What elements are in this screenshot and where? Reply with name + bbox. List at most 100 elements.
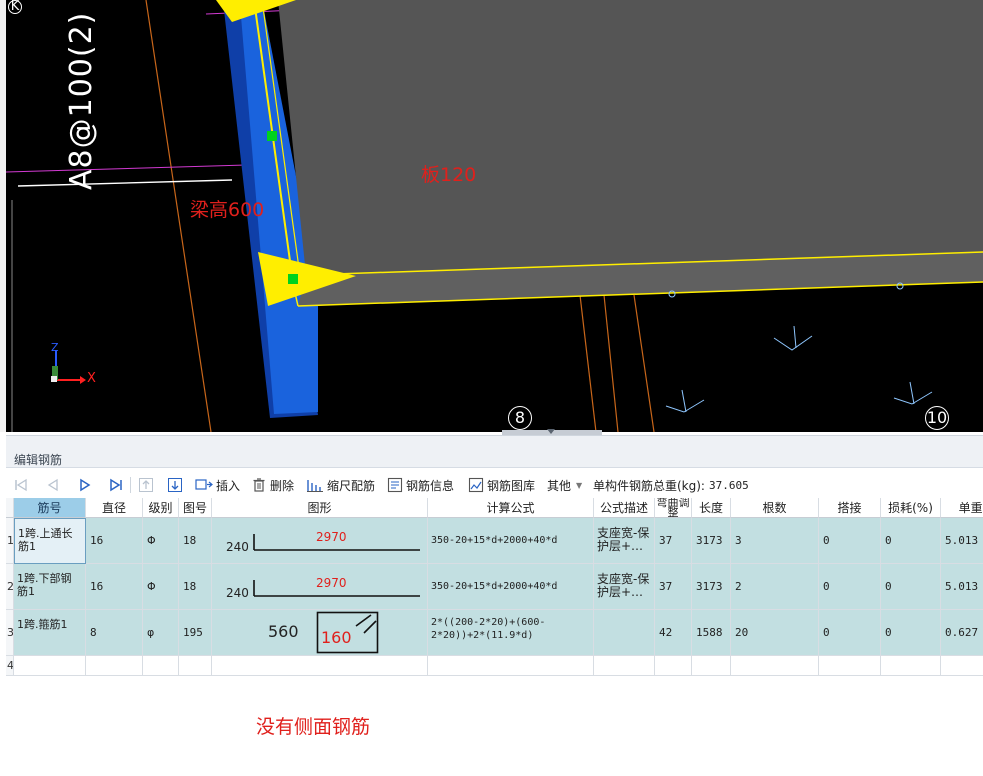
col-formula-header[interactable]: 计算公式 [428, 498, 594, 518]
scale-rebar-button[interactable]: 缩尺配筋 [306, 475, 375, 495]
empty-cell[interactable] [819, 656, 881, 676]
rebar-info-button[interactable]: 钢筋信息 [387, 475, 454, 495]
rebar-shape-cell[interactable]: 240 2970 [212, 518, 428, 564]
dropdown-arrow-icon: ▼ [576, 480, 583, 490]
cell-grade[interactable]: Φ [143, 518, 179, 564]
cell-bend-adj[interactable]: 37 [655, 518, 692, 564]
col-loss-header[interactable]: 损耗(%) [881, 498, 941, 518]
col-grade-header[interactable]: 级别 [143, 498, 179, 518]
cell-grade[interactable]: Φ [143, 564, 179, 610]
3d-viewport[interactable]: A8@100(2) 3C K 板120 梁高600 Z X 8 10 [6, 0, 983, 432]
cell-name[interactable]: 1跨.下部钢筋1 [14, 564, 86, 610]
cell-shape-no[interactable]: 195 [179, 610, 212, 656]
cell-formula[interactable]: 2*((200-2*20)+(600-2*20))+2*(11.9*d) [428, 610, 594, 656]
panel-title: 编辑钢筋 [14, 453, 63, 467]
col-shape-no-header[interactable]: 图号 [179, 498, 212, 518]
col-formula-desc-header[interactable]: 公式描述 [594, 498, 655, 518]
axis-z-label: Z [51, 341, 59, 354]
last-record-button[interactable] [109, 475, 123, 495]
cell-loss[interactable]: 0 [881, 518, 941, 564]
col-length-header[interactable]: 长度 [692, 498, 731, 518]
cell-loss[interactable]: 0 [881, 610, 941, 656]
cell-grade[interactable]: φ [143, 610, 179, 656]
col-count-header[interactable]: 根数 [731, 498, 819, 518]
cell-desc[interactable]: 支座宽-保护层+… [594, 518, 655, 564]
rebar-library-button[interactable]: 钢筋图库 [468, 475, 535, 495]
cell-unit-weight[interactable]: 5.013 [941, 564, 983, 610]
table-row[interactable]: 2 1跨.下部钢筋1 16 Φ 18 240 2970 350-20+15*d+2000+40… [6, 564, 983, 610]
empty-cell[interactable] [179, 656, 212, 676]
empty-cell[interactable] [941, 656, 983, 676]
next-record-button[interactable] [78, 475, 92, 495]
insert-button[interactable]: 插入 [195, 475, 240, 495]
col-diameter-header[interactable]: 直径(mm) [86, 498, 143, 518]
scale-rebar-icon [307, 480, 323, 492]
table-row-empty[interactable]: 4 [6, 656, 983, 676]
viewport-scene [6, 0, 983, 432]
bar-dim-length: 2970 [316, 530, 347, 544]
cell-desc[interactable]: 支座宽-保护层+… [594, 564, 655, 610]
first-icon [15, 478, 27, 492]
cell-shape-no[interactable]: 18 [179, 518, 212, 564]
cell-name[interactable]: 1跨.箍筋1 [14, 610, 86, 656]
cell-unit-weight[interactable]: 5.013 [941, 518, 983, 564]
empty-cell[interactable] [86, 656, 143, 676]
col-lap-header[interactable]: 搭接 [819, 498, 881, 518]
table-header: 筋号直径(mm)级别图号图形计算公式公式描述弯曲调整长度根数搭接损耗(%)单重( [6, 498, 983, 518]
cell-name[interactable]: 1跨.上通长筋1 [14, 518, 86, 564]
empty-cell[interactable] [143, 656, 179, 676]
cell-desc[interactable] [594, 610, 655, 656]
cell-length[interactable]: 3173 [692, 518, 731, 564]
cell-diameter[interactable]: 16 [86, 518, 143, 564]
move-up-button[interactable] [138, 475, 154, 495]
total-weight-display: 单构件钢筋总重(kg): 37.605 [593, 475, 749, 495]
rebar-shape-cell[interactable]: 560 160 [212, 610, 428, 656]
cell-formula[interactable]: 350-20+15*d+2000+40*d [428, 564, 594, 610]
empty-cell[interactable] [692, 656, 731, 676]
cell-lap[interactable]: 0 [819, 564, 881, 610]
cell-diameter[interactable]: 16 [86, 564, 143, 610]
note-no-side-rebar: 没有侧面钢筋 [256, 716, 371, 738]
col-shape-header[interactable]: 图形 [212, 498, 428, 518]
cell-count[interactable]: 3 [731, 518, 819, 564]
move-down-button[interactable] [167, 475, 183, 495]
col-bend-adjust-header[interactable]: 弯曲调整 [655, 498, 692, 518]
table-row[interactable]: 1 1跨.上通长筋1 16 Φ 18 240 2970 350-20+15*d+2000+40… [6, 518, 983, 564]
collapse-arrow-icon[interactable] [547, 429, 555, 434]
cell-loss[interactable]: 0 [881, 564, 941, 610]
toolbar-separator [130, 477, 131, 493]
cell-lap[interactable]: 0 [819, 610, 881, 656]
table-row[interactable]: 3 1跨.箍筋1 8 φ 195 560 160 2*((200-2*20)+(600-2*2… [6, 610, 983, 656]
delete-button[interactable]: 删除 [251, 475, 294, 495]
empty-cell[interactable] [731, 656, 819, 676]
row-index: 1 [6, 518, 14, 564]
empty-cell[interactable] [881, 656, 941, 676]
empty-cell[interactable] [655, 656, 692, 676]
first-record-button[interactable] [14, 475, 28, 495]
stirrup-dim-left: 560 [268, 622, 299, 641]
bar-dim-hook: 240 [226, 586, 249, 600]
cell-length[interactable]: 3173 [692, 564, 731, 610]
col-rebar-no-header[interactable]: 筋号 [14, 498, 86, 518]
cell-formula[interactable]: 350-20+15*d+2000+40*d [428, 518, 594, 564]
cell-diameter[interactable]: 8 [86, 610, 143, 656]
cell-bend-adj[interactable]: 37 [655, 564, 692, 610]
cell-count[interactable]: 20 [731, 610, 819, 656]
other-menu-button[interactable]: 其他 ▼ [547, 475, 582, 495]
cell-count[interactable]: 2 [731, 564, 819, 610]
empty-cell[interactable] [428, 656, 594, 676]
empty-cell[interactable] [14, 656, 86, 676]
cell-unit-weight[interactable]: 0.627 [941, 610, 983, 656]
cell-shape-no[interactable]: 18 [179, 564, 212, 610]
col-unit-weight-header[interactable]: 单重( [941, 498, 983, 518]
empty-cell[interactable] [594, 656, 655, 676]
grid-axis-10: 10 [925, 406, 949, 430]
cell-lap[interactable]: 0 [819, 518, 881, 564]
cell-bend-adj[interactable]: 42 [655, 610, 692, 656]
empty-cell[interactable] [212, 656, 428, 676]
beam-height-label: 梁高600 [190, 199, 265, 221]
rebar-shape-cell[interactable]: 240 2970 [212, 564, 428, 610]
cell-length[interactable]: 1588 [692, 610, 731, 656]
prev-record-button[interactable] [46, 475, 60, 495]
prev-icon [47, 478, 58, 492]
